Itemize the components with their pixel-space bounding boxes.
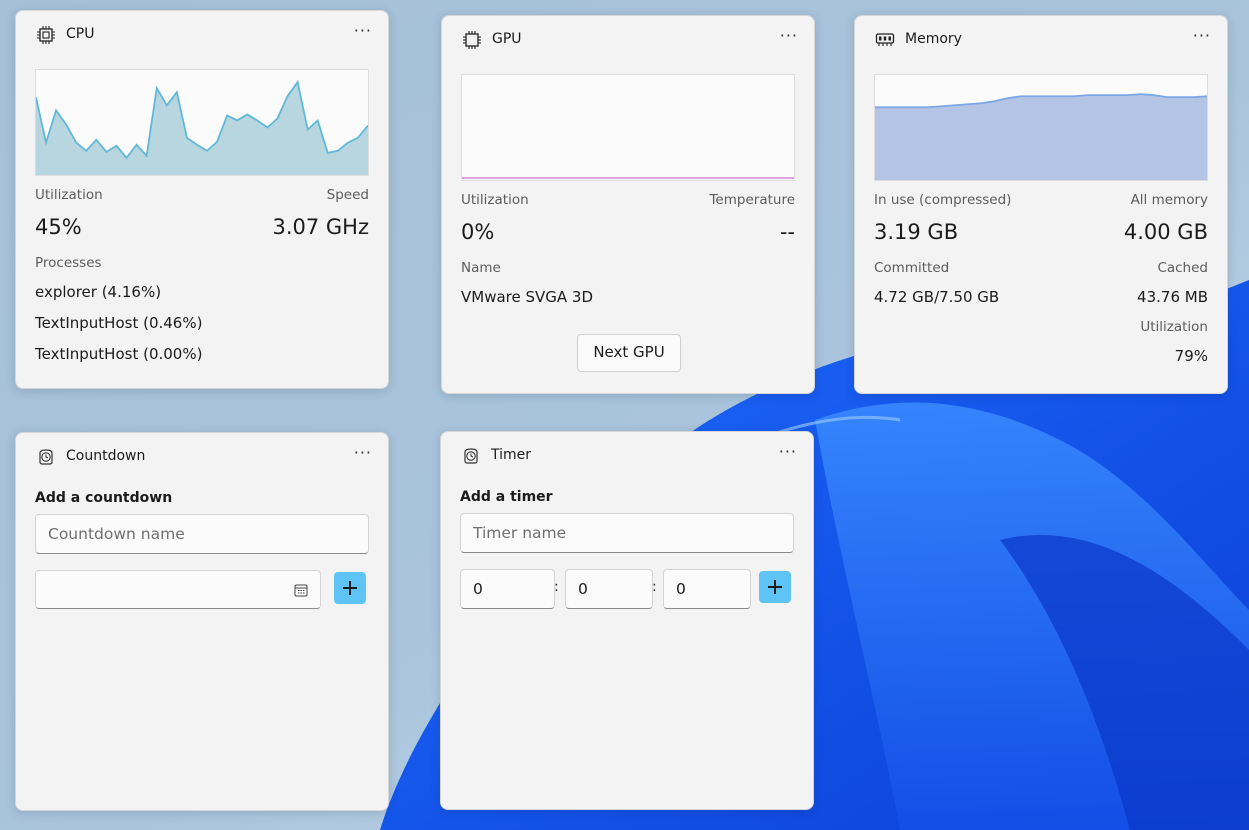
time-separator: : <box>554 579 559 595</box>
timer-widget-header: Timer ··· <box>441 432 813 478</box>
memory-widget-header: Memory ··· <box>855 16 1227 62</box>
cpu-utilization-value: 45% <box>35 215 82 239</box>
calendar-icon <box>294 584 308 597</box>
timer-name-input[interactable] <box>460 513 794 553</box>
next-gpu-button[interactable]: Next GPU <box>577 334 681 372</box>
time-separator: : <box>652 579 657 595</box>
memory-all-label: All memory <box>1130 192 1208 208</box>
countdown-name-input[interactable] <box>35 514 369 554</box>
memory-widget-title: Memory <box>905 31 962 47</box>
cpu-speed-value: 3.07 GHz <box>272 215 369 239</box>
memory-widget: Memory ··· In use (compressed) All memor… <box>854 15 1228 394</box>
memory-in-use-value: 3.19 GB <box>874 220 959 244</box>
chart-area <box>36 82 368 175</box>
memory-utilization-value: 79% <box>1174 347 1208 365</box>
gpu-utilization-chart <box>461 74 795 181</box>
gpu-name-label: Name <box>461 260 501 276</box>
cpu-utilization-chart <box>35 69 369 176</box>
timer-section-heading: Add a timer <box>460 489 553 505</box>
cpu-processes-label: Processes <box>35 255 102 271</box>
timer-more-options-button[interactable]: ··· <box>779 442 797 462</box>
cpu-speed-label: Speed <box>326 187 369 203</box>
cpu-utilization-label: Utilization <box>35 187 103 203</box>
memory-in-use-label: In use (compressed) <box>874 192 1012 208</box>
gpu-chip-icon <box>463 31 481 49</box>
clock-icon <box>39 449 53 465</box>
process-item: explorer (4.16%) <box>35 283 162 301</box>
gpu-utilization-value: 0% <box>461 220 495 244</box>
memory-cached-label: Cached <box>1157 260 1208 276</box>
timer-seconds-input[interactable] <box>663 569 751 609</box>
countdown-widget-title: Countdown <box>66 448 146 464</box>
memory-committed-value: 4.72 GB/7.50 GB <box>874 288 1000 306</box>
memory-more-options-button[interactable]: ··· <box>1193 26 1211 46</box>
process-item: TextInputHost (0.46%) <box>35 314 203 332</box>
add-countdown-button[interactable] <box>334 572 366 604</box>
timer-widget: Timer ··· Add a timer : : <box>440 431 814 810</box>
gpu-utilization-label: Utilization <box>461 192 529 208</box>
cpu-widget-title: CPU <box>66 26 95 42</box>
clock-icon <box>464 448 478 464</box>
process-item: TextInputHost (0.00%) <box>35 345 203 363</box>
cpu-widget-header: CPU ··· <box>16 11 388 57</box>
gpu-name-value: VMware SVGA 3D <box>461 288 594 306</box>
memory-committed-label: Committed <box>874 260 950 276</box>
gpu-temperature-label: Temperature <box>709 192 795 208</box>
add-timer-button[interactable] <box>759 571 791 603</box>
timer-minutes-input[interactable] <box>565 569 653 609</box>
processor-chip-icon <box>37 26 55 44</box>
countdown-widget: Countdown ··· Add a countdown <box>15 432 389 811</box>
memory-utilization-label: Utilization <box>1140 319 1208 335</box>
memory-usage-chart <box>874 74 1208 181</box>
cpu-widget: CPU ··· Utilization Speed 45% 3.07 GHz P… <box>15 10 389 389</box>
gpu-widget-header: GPU ··· <box>442 16 814 62</box>
gpu-widget: GPU ··· Utilization Temperature 0% -- Na… <box>441 15 815 394</box>
memory-module-icon <box>875 33 895 46</box>
gpu-widget-title: GPU <box>492 31 522 47</box>
countdown-more-options-button[interactable]: ··· <box>354 443 372 463</box>
gpu-temperature-value: -- <box>779 220 795 244</box>
countdown-section-heading: Add a countdown <box>35 490 173 506</box>
gpu-more-options-button[interactable]: ··· <box>780 26 798 46</box>
timer-widget-title: Timer <box>491 447 532 463</box>
timer-hours-input[interactable] <box>460 569 555 609</box>
countdown-widget-header: Countdown ··· <box>16 433 388 479</box>
memory-cached-value: 43.76 MB <box>1137 288 1208 306</box>
countdown-date-picker[interactable] <box>35 570 321 609</box>
cpu-more-options-button[interactable]: ··· <box>354 21 372 41</box>
memory-all-value: 4.00 GB <box>1123 220 1208 244</box>
